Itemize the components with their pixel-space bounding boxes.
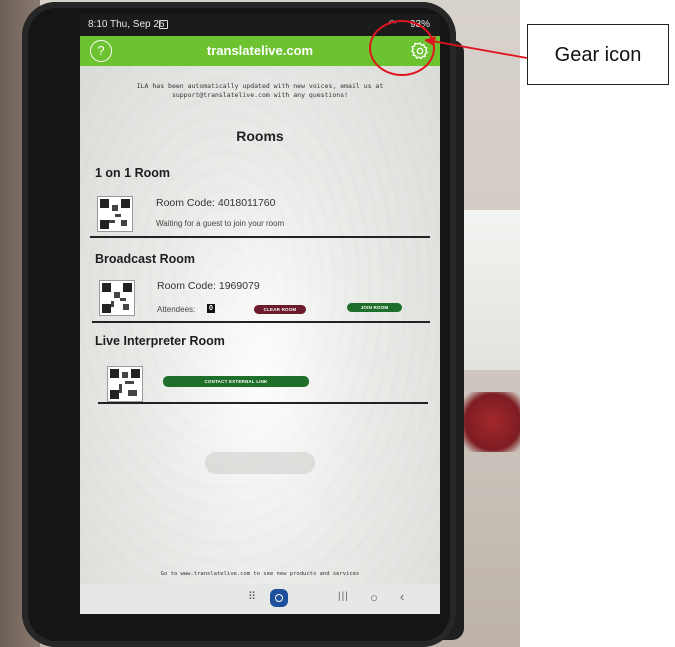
- one-on-one-room-code: Room Code: 4018011760: [156, 197, 276, 209]
- gear-icon-callout: Gear icon: [527, 24, 669, 85]
- annotation-arrow: [424, 36, 528, 59]
- divider: [98, 402, 428, 404]
- recent-apps-icon[interactable]: |||: [338, 591, 349, 602]
- bixby-home-icon[interactable]: [270, 589, 288, 607]
- notification-icon: [159, 20, 168, 29]
- rooms-heading: Rooms: [236, 128, 284, 144]
- broadcast-room-code: Room Code: 1969079: [157, 280, 260, 292]
- qr-code-icon[interactable]: [99, 280, 135, 316]
- android-nav-bar: ⠿ ||| ○ ‹: [80, 584, 440, 614]
- divider: [92, 321, 430, 323]
- attendees-count: 0: [207, 304, 215, 313]
- photo-white-object: [456, 210, 520, 370]
- join-room-button[interactable]: JOIN ROOM: [347, 303, 402, 312]
- update-notice: ILA has been automatically updated with …: [100, 82, 420, 100]
- globe-watermark-base: [205, 452, 315, 474]
- notice-line-1: ILA has been automatically updated with …: [136, 82, 384, 90]
- notice-line-2: support@translatelive.com with any quest…: [171, 91, 349, 99]
- qr-code-icon[interactable]: [97, 196, 133, 232]
- footer-text: Go to www.translatelive.com to see new p…: [160, 571, 360, 577]
- one-on-one-room-title: 1 on 1 Room: [95, 166, 171, 180]
- contact-external-link-button[interactable]: CONTACT EXTERNAL LINK: [163, 376, 309, 387]
- broadcast-room-title: Broadcast Room: [95, 252, 196, 266]
- status-time: 8:10: [88, 19, 108, 30]
- attendees-label: Attendees:: [157, 305, 196, 314]
- live-interpreter-room-title: Live Interpreter Room: [95, 334, 225, 348]
- tablet-case: 8:10 Thu, Sep 26 ◠ 93% ? translatelive.c…: [22, 2, 456, 647]
- back-icon[interactable]: ‹: [400, 589, 404, 604]
- apps-icon[interactable]: ⠿: [248, 590, 256, 603]
- home-button-icon[interactable]: ○: [370, 590, 378, 605]
- tablet-screen: 8:10 Thu, Sep 26 ◠ 93% ? translatelive.c…: [80, 14, 440, 614]
- qr-code-icon[interactable]: [107, 366, 143, 402]
- clear-room-button[interactable]: CLEAR ROOM: [254, 305, 306, 314]
- one-on-one-status: Waiting for a guest to join your room: [156, 219, 285, 228]
- divider: [90, 236, 430, 238]
- status-date: Thu, Sep 26: [110, 19, 165, 30]
